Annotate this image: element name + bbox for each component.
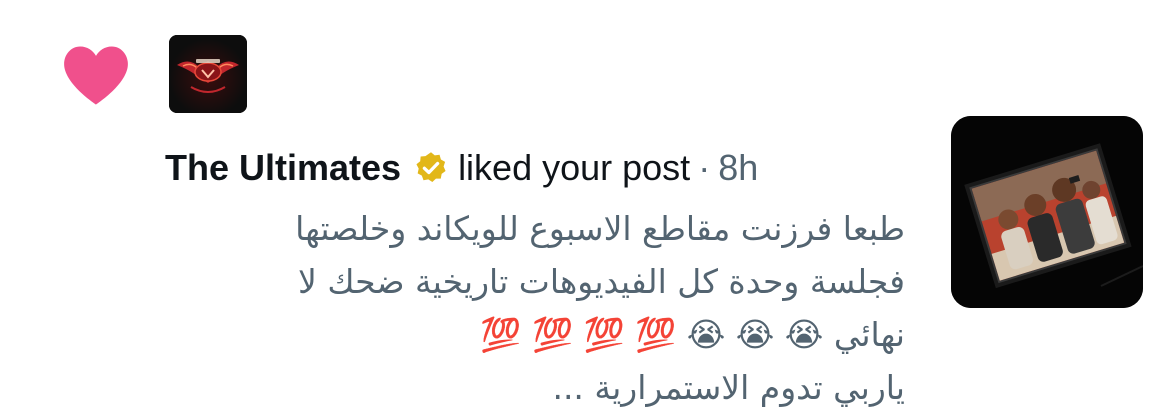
post-thumbnail[interactable] — [951, 116, 1143, 308]
notification-header: The Ultimates liked your post · 8h — [165, 140, 758, 196]
post-line: طبعا فرزنت مقاطع الاسبوع للويكاند وخلصته… — [295, 209, 905, 248]
post-line: فجلسة وحدة كل الفيديوهات تاريخية ضحك لا — [298, 262, 905, 301]
separator: · — [698, 147, 711, 188]
like-notification[interactable]: The Ultimates liked your post · 8h طبعا … — [0, 0, 1169, 419]
action-text: liked your post — [458, 147, 691, 188]
post-thumbnail-image — [951, 116, 1143, 308]
post-line: نهائي 😭 😭 😭 💯 💯 💯 💯 — [480, 315, 905, 354]
ultimates-logo-avatar — [169, 35, 247, 113]
gold-verified-icon — [416, 152, 446, 182]
heart-icon — [64, 46, 128, 105]
avatar[interactable] — [169, 35, 247, 113]
user-name[interactable]: The Ultimates — [165, 147, 401, 189]
post-text[interactable]: طبعا فرزنت مقاطع الاسبوع للويكاند وخلصته… — [295, 202, 905, 414]
post-line: ياربي تدوم الاستمرارية ... — [552, 368, 905, 407]
timestamp[interactable]: 8h — [718, 147, 758, 189]
